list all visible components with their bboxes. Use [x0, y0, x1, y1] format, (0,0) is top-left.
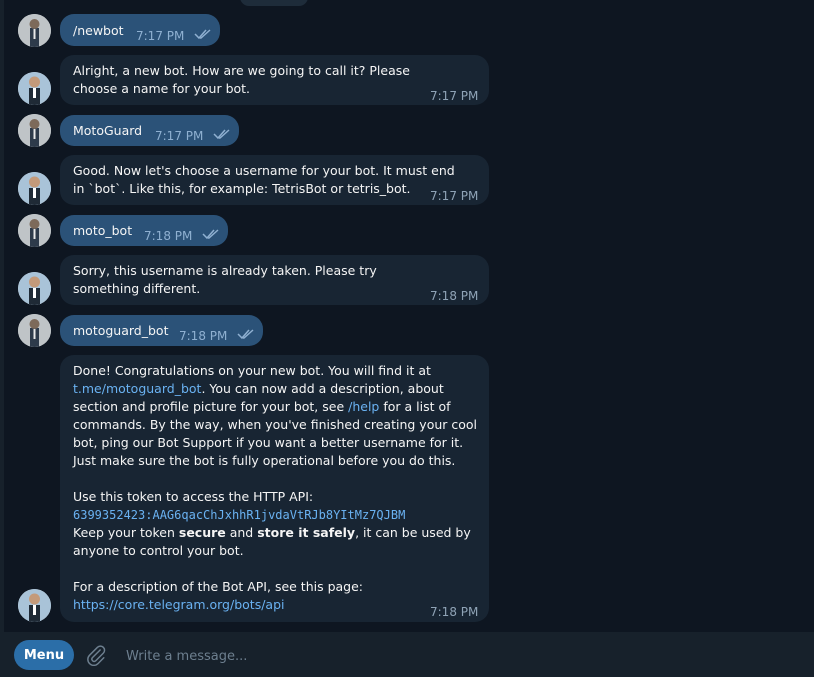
- double-check-icon: [237, 329, 254, 340]
- double-check-icon: [194, 29, 211, 40]
- message-paragraph: Done! Congratulations on your new bot. Y…: [73, 362, 478, 470]
- panel-divider: [0, 0, 4, 632]
- api-doc-label: For a description of the Bot API, see th…: [73, 579, 364, 594]
- menu-button[interactable]: Menu: [14, 640, 74, 670]
- user-avatar-icon[interactable]: [18, 14, 51, 47]
- bot-avatar-icon[interactable]: [18, 72, 51, 105]
- user-avatar-icon[interactable]: [18, 214, 51, 247]
- message-text: Done! Congratulations on your new bot. Y…: [73, 362, 478, 614]
- message-time: 7:18 PM: [144, 229, 193, 243]
- message-text: Alright, a new bot. How are we going to …: [73, 63, 410, 96]
- message-text: MotoGuard: [73, 123, 143, 138]
- token-label: Use this token to access the HTTP API:: [73, 489, 314, 504]
- text-fragment: Done! Congratulations on your new bot. Y…: [73, 363, 431, 378]
- api-token[interactable]: 6399352423:AAG6qacChJxhhR1jvdaVtRJb8YItM…: [73, 506, 478, 524]
- message-input[interactable]: [124, 644, 788, 668]
- chat-history: /newbot 7:17 PM Alright, a new bot. How …: [0, 0, 814, 632]
- text-fragment: and: [225, 525, 258, 540]
- message-text: Good. Now let's choose a username for yo…: [73, 163, 455, 196]
- message-paragraph: Keep your token secure and store it safe…: [73, 524, 478, 560]
- api-doc-link[interactable]: https://core.telegram.org/bots/api: [73, 596, 478, 614]
- message-bubble: Alright, a new bot. How are we going to …: [60, 55, 489, 105]
- bot-link[interactable]: t.me/motoguard_bot: [73, 381, 201, 396]
- bold-text: secure: [178, 525, 226, 540]
- message-time: 7:17 PM: [430, 189, 479, 203]
- user-avatar-icon[interactable]: [18, 314, 51, 347]
- double-check-icon: [202, 229, 219, 240]
- message-bubble: /newbot 7:17 PM: [60, 14, 220, 46]
- bot-avatar-icon[interactable]: [18, 589, 51, 622]
- bold-text: store it safely: [257, 525, 356, 540]
- message-text[interactable]: /newbot: [73, 22, 124, 40]
- message-time: 7:17 PM: [430, 89, 479, 103]
- message-text: motoguard_bot: [73, 323, 169, 338]
- message-time: 7:18 PM: [430, 605, 479, 619]
- message-bubble: moto_bot 7:18 PM: [60, 215, 228, 246]
- message-bubble: Sorry, this username is already taken. P…: [60, 255, 489, 305]
- date-pill: [240, 0, 308, 6]
- text-fragment: Keep your token: [73, 525, 179, 540]
- message-time: 7:17 PM: [136, 29, 185, 43]
- bot-avatar-icon[interactable]: [18, 172, 51, 205]
- double-check-icon: [213, 129, 230, 140]
- message-text: Sorry, this username is already taken. P…: [73, 263, 377, 296]
- user-avatar-icon[interactable]: [18, 114, 51, 147]
- message-bubble: Done! Congratulations on your new bot. Y…: [60, 355, 489, 622]
- bot-avatar-icon[interactable]: [18, 272, 51, 305]
- paperclip-icon[interactable]: [85, 644, 107, 666]
- message-bubble: MotoGuard 7:17 PM: [60, 115, 239, 146]
- message-bubble: motoguard_bot 7:18 PM: [60, 315, 263, 346]
- message-composer: Menu: [0, 632, 814, 677]
- message-time: 7:18 PM: [179, 329, 228, 343]
- message-bubble: Good. Now let's choose a username for yo…: [60, 155, 489, 205]
- help-command-link[interactable]: /help: [348, 399, 379, 414]
- message-text: moto_bot: [73, 223, 133, 238]
- message-time: 7:17 PM: [155, 129, 204, 143]
- message-time: 7:18 PM: [430, 289, 479, 303]
